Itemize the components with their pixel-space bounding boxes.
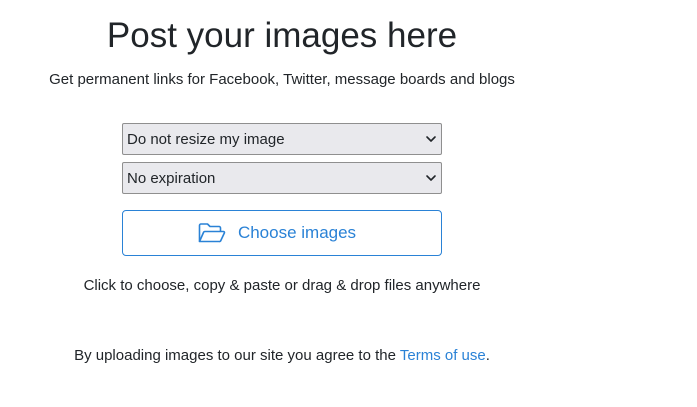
terms-suffix: .: [485, 347, 490, 364]
resize-select-wrapper: Do not resize my image: [122, 123, 442, 155]
terms-notice: By uploading images to our site you agre…: [0, 346, 564, 366]
chevron-down-icon: [426, 136, 436, 142]
expiration-select-value: No expiration: [127, 169, 216, 187]
terms-prefix: By uploading images to our site you agre…: [74, 347, 400, 364]
page-title: Post your images here: [106, 16, 458, 55]
resize-select[interactable]: Do not resize my image: [122, 123, 442, 155]
page-subtitle: Get permanent links for Facebook, Twitte…: [49, 71, 515, 88]
expiration-select-wrapper: No expiration: [122, 162, 442, 194]
resize-select-value: Do not resize my image: [127, 130, 285, 148]
upload-page: Post your images here Get permanent link…: [0, 0, 697, 407]
upload-hint: Click to choose, copy & paste or drag & …: [83, 277, 481, 294]
chevron-down-icon: [426, 175, 436, 181]
terms-of-use-link[interactable]: Terms of use: [400, 347, 486, 364]
expiration-select[interactable]: No expiration: [122, 162, 442, 194]
choose-images-label: Choose images: [237, 223, 357, 242]
folder-open-icon: [198, 223, 226, 243]
choose-images-button[interactable]: Choose images: [122, 210, 442, 256]
